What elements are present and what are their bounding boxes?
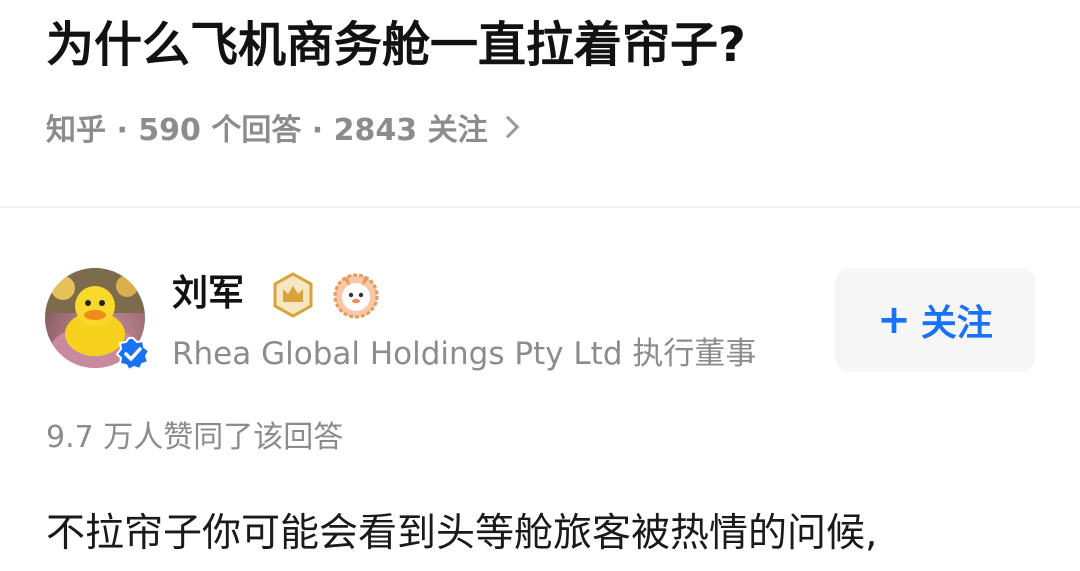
plus-icon: + xyxy=(877,297,911,343)
follow-button[interactable]: + 关注 xyxy=(835,268,1035,372)
chevron-right-icon xyxy=(496,115,519,139)
follow-button-label: 关注 xyxy=(920,303,993,344)
answer-content[interactable]: 不拉帘子你可能会看到头等舱旅客被热情的问候, xyxy=(46,506,877,562)
section-divider xyxy=(0,206,1080,208)
author-bio: Rhea Global Holdings Pty Ltd 执行董事 xyxy=(172,336,757,372)
crown-badge-icon[interactable] xyxy=(270,272,316,318)
mascot-badge-icon[interactable] xyxy=(330,270,382,320)
author-name[interactable]: 刘军 xyxy=(172,270,244,318)
likes-count: 9.7 万人赞同了该回答 xyxy=(46,420,344,455)
question-meta-text: 知乎 · 590 个回答 · 2843 关注 xyxy=(46,113,488,148)
question-title[interactable]: 为什么飞机商务舱一直拉着帘子? xyxy=(46,12,746,78)
author-avatar[interactable] xyxy=(45,268,151,372)
question-meta-link[interactable]: 知乎 · 590 个回答 · 2843 关注 xyxy=(46,104,519,150)
verified-check-icon xyxy=(115,337,151,372)
